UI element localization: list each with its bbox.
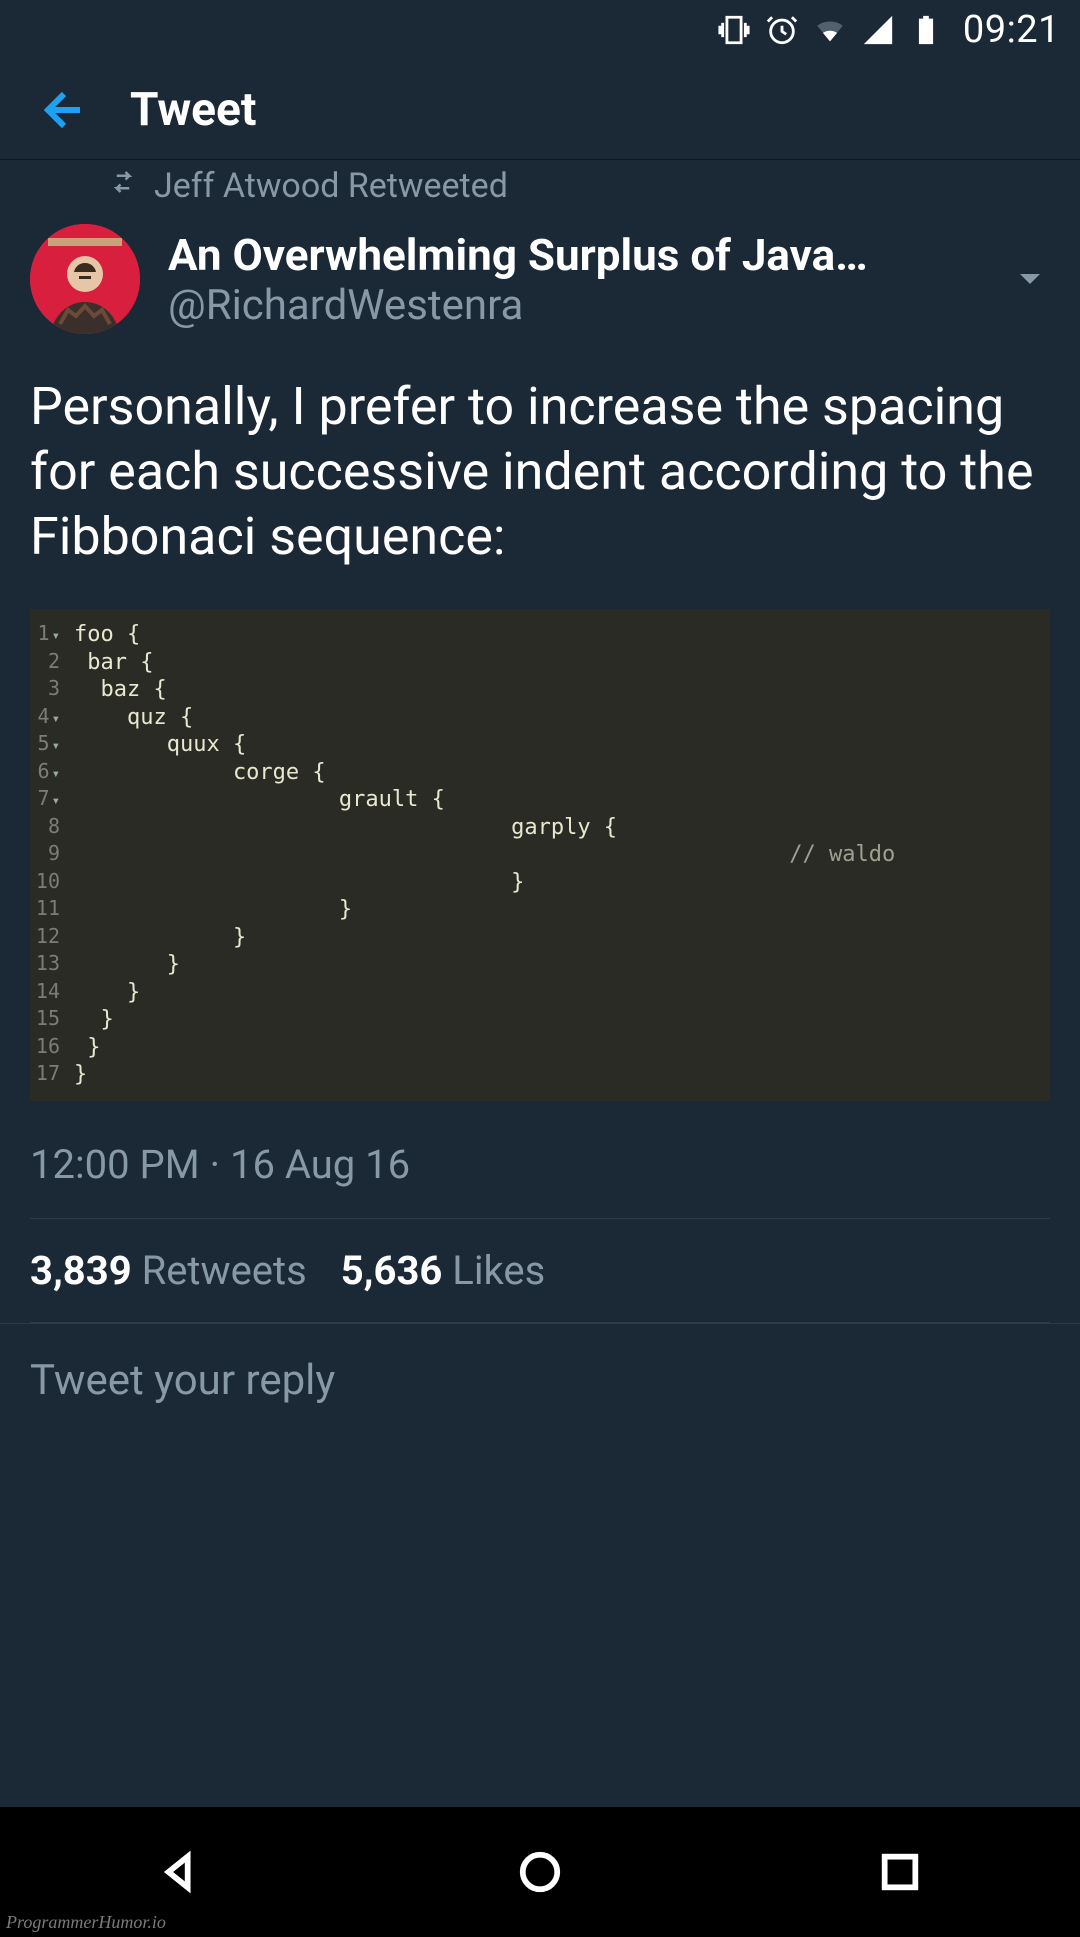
code-line: grault { — [68, 786, 1042, 814]
vibrate-icon — [717, 13, 751, 47]
code-line-number: 12 — [30, 924, 68, 952]
code-line-number: 10 — [30, 869, 68, 897]
avatar[interactable] — [30, 224, 140, 334]
code-line-number: 4▾ — [30, 704, 68, 732]
tweet-image-code[interactable]: 1▾foo {2 bar {3 baz {4▾ quz {5▾ quux {6▾… — [30, 609, 1050, 1101]
retweeted-by-label: Jeff Atwood Retweeted — [154, 166, 508, 206]
code-line: } — [68, 924, 1042, 952]
reply-placeholder: Tweet your reply — [30, 1356, 335, 1405]
signal-icon — [861, 13, 895, 47]
app-bar: Tweet — [0, 60, 1080, 160]
tweet-author-row[interactable]: An Overwhelming Surplus of Java… @Richar… — [30, 218, 1050, 334]
code-line-number: 16 — [30, 1034, 68, 1062]
tweet-timestamp[interactable]: 12:00 PM · 16 Aug 16 — [30, 1101, 1050, 1218]
code-line-number: 3 — [30, 676, 68, 704]
page-title: Tweet — [130, 83, 256, 137]
watermark: ProgrammerHumor.io — [6, 1912, 166, 1933]
code-line: } — [68, 1061, 1042, 1089]
likes-stat[interactable]: 5,636 Likes — [341, 1247, 546, 1294]
alarm-icon — [765, 13, 799, 47]
status-bar: 09:21 — [0, 0, 1080, 60]
nav-home-button[interactable] — [510, 1842, 570, 1902]
nav-back-button[interactable] — [150, 1842, 210, 1902]
reply-input[interactable]: Tweet your reply — [0, 1323, 1080, 1437]
code-line: } — [68, 979, 1042, 1007]
code-line-number: 8 — [30, 814, 68, 842]
retweets-stat[interactable]: 3,839 Retweets — [30, 1247, 307, 1294]
code-line: quux { — [68, 731, 1042, 759]
code-line: garply { — [68, 814, 1042, 842]
author-display-name: An Overwhelming Surplus of Java… — [168, 229, 982, 281]
retweeted-by-row[interactable]: Jeff Atwood Retweeted — [30, 160, 1050, 218]
battery-icon — [909, 13, 943, 47]
tweet-text: Personally, I prefer to increase the spa… — [30, 334, 1050, 569]
code-line-number: 17 — [30, 1061, 68, 1089]
tweet-menu-button[interactable] — [1010, 259, 1050, 299]
code-line-number: 13 — [30, 951, 68, 979]
code-line-number: 9 — [30, 841, 68, 869]
wifi-icon — [813, 13, 847, 47]
code-line: foo { — [68, 621, 1042, 649]
code-line-number: 15 — [30, 1006, 68, 1034]
code-line: } — [68, 1006, 1042, 1034]
code-line-number: 6▾ — [30, 759, 68, 787]
status-time: 09:21 — [963, 8, 1060, 52]
tweet-stats[interactable]: 3,839 Retweets 5,636 Likes — [30, 1219, 1050, 1322]
code-line: } — [68, 869, 1042, 897]
code-line: } — [68, 1034, 1042, 1062]
code-line: bar { — [68, 649, 1042, 677]
retweet-icon — [108, 166, 138, 206]
nav-recent-button[interactable] — [870, 1842, 930, 1902]
code-line: corge { — [68, 759, 1042, 787]
code-line: quz { — [68, 704, 1042, 732]
code-line-number: 7▾ — [30, 786, 68, 814]
code-line-number: 11 — [30, 896, 68, 924]
code-line-number: 14 — [30, 979, 68, 1007]
code-line: } — [68, 951, 1042, 979]
tweet-time: 12:00 PM — [30, 1141, 200, 1188]
code-line: baz { — [68, 676, 1042, 704]
back-button[interactable] — [30, 80, 90, 140]
code-line-number: 5▾ — [30, 731, 68, 759]
code-line: } — [68, 896, 1042, 924]
author-handle: @RichardWestenra — [168, 281, 982, 330]
code-line-number: 1▾ — [30, 621, 68, 649]
code-line: // waldo — [68, 841, 1042, 869]
code-line-number: 2 — [30, 649, 68, 677]
tweet-date: 16 Aug 16 — [230, 1141, 410, 1188]
